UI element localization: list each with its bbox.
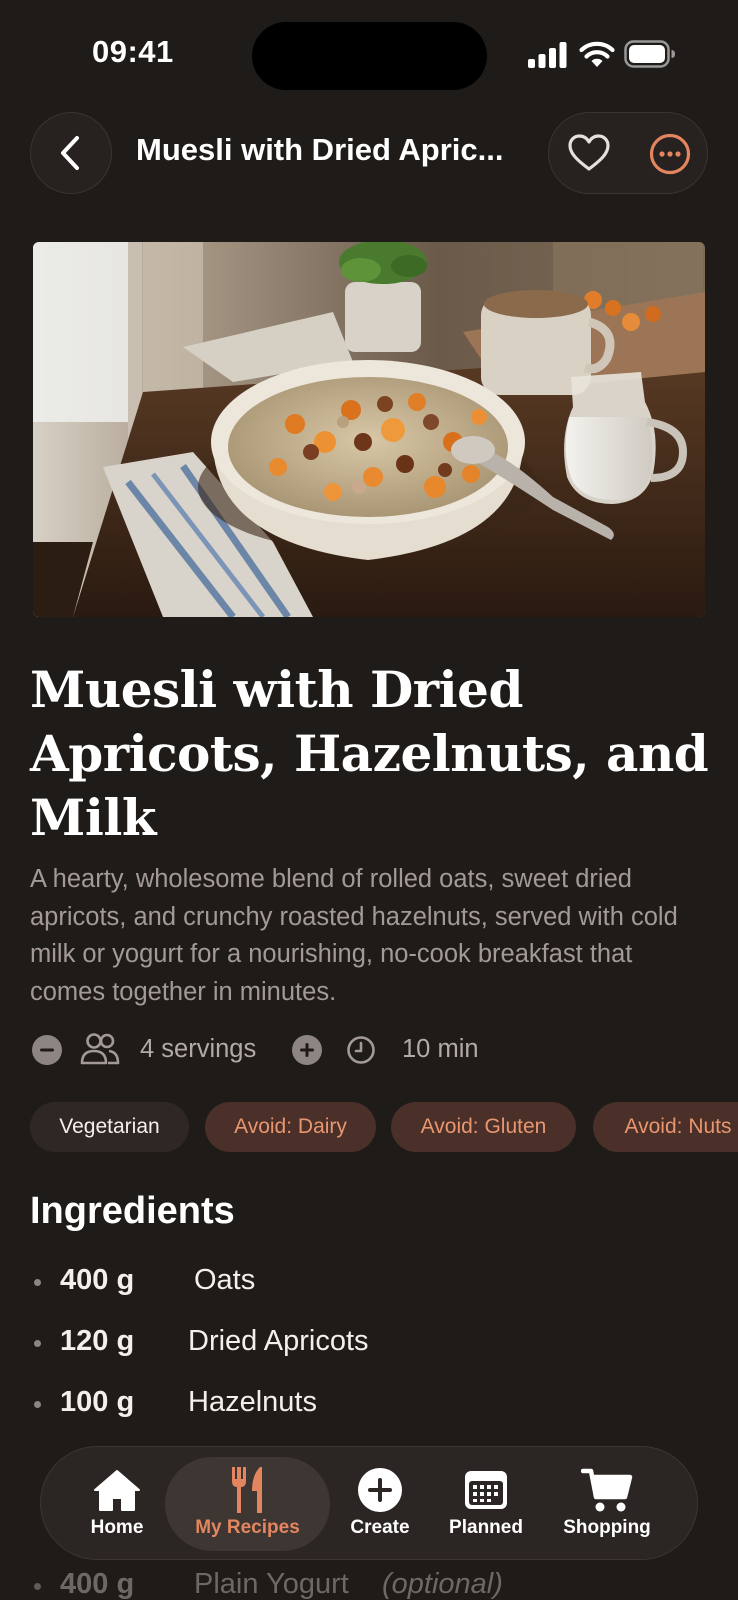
ingredient-note: (optional)	[382, 1568, 503, 1600]
clock-icon	[347, 1036, 375, 1064]
tab-label: Shopping	[563, 1517, 651, 1538]
ingredients-heading: Ingredients	[30, 1190, 235, 1232]
plus-circle-icon	[354, 1467, 406, 1513]
tag-avoid-dairy[interactable]: Avoid: Dairy	[205, 1102, 376, 1152]
status-bar: 09:41	[0, 0, 738, 104]
bullet	[34, 1583, 41, 1590]
servings-count: 4 servings	[140, 1035, 257, 1063]
tag-vegetarian[interactable]: Vegetarian	[30, 1102, 189, 1152]
house-icon	[91, 1467, 143, 1513]
tab-create[interactable]: Create	[325, 1457, 435, 1551]
tab-bar: Home My Recipes Create Planned Shopping	[40, 1446, 698, 1560]
ingredient-item: 400 g Plain Yogurt (optional)	[30, 1566, 710, 1600]
ingredient-name: Hazelnuts	[188, 1386, 317, 1418]
decrease-servings-button[interactable]	[32, 1035, 62, 1065]
status-time: 09:41	[92, 34, 174, 69]
plus-icon	[300, 1043, 314, 1057]
ingredient-item: 400 g Oats	[30, 1262, 710, 1302]
fork-knife-icon	[222, 1467, 274, 1513]
cart-icon	[581, 1467, 633, 1513]
ingredient-quantity: 400 g	[60, 1264, 135, 1296]
ellipsis-circle-icon	[649, 133, 691, 175]
prep-time: 10 min	[402, 1035, 479, 1063]
tag-avoid-nuts[interactable]: Avoid: Nuts	[593, 1102, 738, 1152]
recipe-photo	[33, 242, 705, 617]
heart-icon	[568, 134, 610, 171]
recipe-title: Muesli with Dried Apricots, Hazelnuts, a…	[30, 660, 709, 847]
tab-label: Planned	[449, 1517, 523, 1538]
tab-label: My Recipes	[195, 1517, 300, 1538]
cellular-signal-icon	[528, 42, 567, 68]
back-button[interactable]	[30, 112, 112, 194]
calendar-icon	[460, 1467, 512, 1513]
ingredient-quantity: 120 g	[60, 1325, 135, 1357]
chevron-left-icon	[61, 136, 79, 170]
dynamic-island	[252, 22, 487, 90]
dietary-tags: Vegetarian Avoid: Dairy Avoid: Gluten Av…	[30, 1102, 738, 1152]
wifi-icon	[579, 41, 615, 67]
more-options-button[interactable]	[647, 131, 693, 177]
battery-icon	[624, 40, 675, 68]
people-icon	[80, 1033, 120, 1065]
ingredient-item: 120 g Dried Apricots	[30, 1323, 710, 1363]
tab-home[interactable]: Home	[67, 1457, 167, 1551]
bullet	[34, 1340, 41, 1347]
favorite-button[interactable]	[565, 129, 613, 177]
tab-planned[interactable]: Planned	[436, 1457, 536, 1551]
nav-title: Muesli with Dried Apric...	[136, 132, 504, 167]
servings-time-row: 4 servings 10 min	[30, 1030, 710, 1070]
bullet	[34, 1279, 41, 1286]
ingredient-name: Dried Apricots	[188, 1325, 369, 1357]
ingredient-name: Plain Yogurt	[194, 1568, 349, 1600]
increase-servings-button[interactable]	[292, 1035, 322, 1065]
tab-shopping[interactable]: Shopping	[551, 1457, 663, 1551]
ingredient-quantity: 400 g	[60, 1568, 135, 1600]
ingredient-quantity: 100 g	[60, 1386, 135, 1418]
ingredient-item: 100 g Hazelnuts	[30, 1384, 710, 1424]
tab-label: Create	[350, 1517, 410, 1538]
minus-icon	[40, 1048, 54, 1052]
tab-label: Home	[90, 1517, 144, 1538]
recipe-description: A hearty, wholesome blend of rolled oats…	[30, 865, 678, 1006]
ingredient-name: Oats	[194, 1264, 256, 1296]
bullet	[34, 1401, 41, 1408]
tag-avoid-gluten[interactable]: Avoid: Gluten	[391, 1102, 576, 1152]
tab-my-recipes[interactable]: My Recipes	[165, 1457, 330, 1551]
header-actions	[548, 112, 708, 194]
